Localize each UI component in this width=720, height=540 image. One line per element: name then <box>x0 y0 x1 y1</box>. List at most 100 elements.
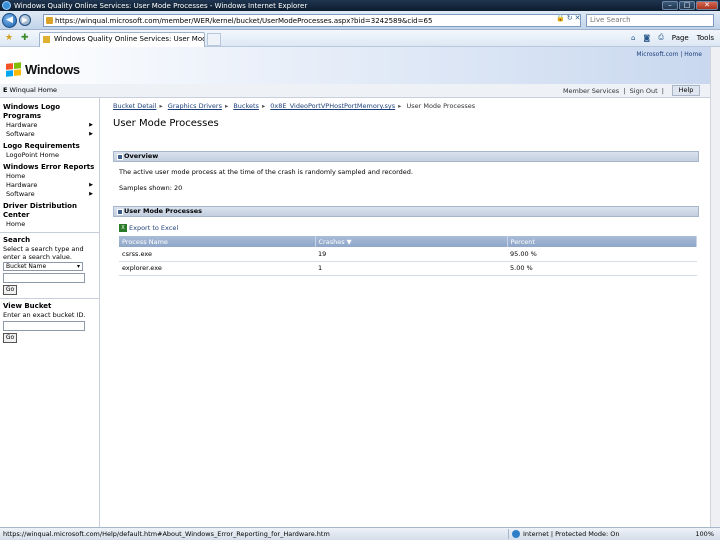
window-title: Windows Quality Online Services: User Mo… <box>14 1 308 10</box>
cell-process-name: csrss.exe <box>119 247 315 262</box>
close-button[interactable]: ✕ <box>696 1 718 10</box>
breadcrumb-current: User Mode Processes <box>406 102 476 110</box>
nav-heading-driver-center[interactable]: Driver Distribution Center <box>3 202 96 220</box>
search-type-select[interactable]: Bucket Name <box>3 262 83 271</box>
top-links[interactable]: Microsoft.com | Home <box>636 51 702 58</box>
nav-item-wer-hardware[interactable]: Hardware <box>3 181 96 190</box>
refresh-icon[interactable]: ↻ <box>567 14 573 22</box>
site-header-row: E Winqual Home Member Services | Sign Ou… <box>0 84 710 98</box>
samples-label: Samples shown: <box>119 184 172 192</box>
search-go-button[interactable]: Go <box>3 285 17 295</box>
breadcrumb-item[interactable]: Graphics Drivers <box>168 102 222 110</box>
nav-item-software[interactable]: Software <box>3 130 96 139</box>
windows-flag-icon <box>6 61 22 78</box>
nav-item-hardware[interactable]: Hardware <box>3 121 96 130</box>
site-banner: Microsoft.com | Home Windows <box>0 47 710 89</box>
search-help-text: Select a search type and enter a search … <box>3 245 84 261</box>
samples-value: 20 <box>174 184 183 192</box>
cell-percent: 95.00 % <box>507 247 697 262</box>
title-bar: Windows Quality Online Services: User Mo… <box>0 0 720 11</box>
address-url: https://winqual.microsoft.com/member/WER… <box>55 16 433 25</box>
search-input[interactable]: Live Search <box>586 14 714 27</box>
excel-icon: X <box>119 224 127 232</box>
view-bucket-heading: View Bucket <box>3 302 52 310</box>
forward-button[interactable]: ▶ <box>19 14 31 26</box>
processes-section-header[interactable]: User Mode Processes <box>113 206 699 217</box>
processes-table: Process Name Crashes ▼ Percent csrss.exe… <box>119 236 697 276</box>
minimize-button[interactable]: – <box>662 1 678 10</box>
cell-crashes: 19 <box>315 247 507 262</box>
breadcrumb: Bucket Detail ▸ Graphics Drivers ▸ Buckets… <box>113 102 476 110</box>
overview-section-header[interactable]: Overview <box>113 151 699 162</box>
header-links: Member Services | Sign Out | <box>562 87 664 95</box>
table-row: csrss.exe 19 95.00 % <box>119 247 697 262</box>
bucket-go-button[interactable]: Go <box>3 333 17 343</box>
nav-divider <box>0 232 99 233</box>
column-header-crashes[interactable]: Crashes ▼ <box>315 236 508 247</box>
page-title: User Mode Processes <box>113 118 219 129</box>
home-label: Winqual Home <box>9 86 58 94</box>
zone-label: Internet | Protected Mode: On <box>523 530 620 538</box>
feeds-icon[interactable]: ◙ <box>643 34 650 42</box>
favorites-star-icon[interactable]: ★ <box>5 33 13 43</box>
add-favorites-icon[interactable]: ✚ <box>21 33 29 43</box>
nav-item-wer-software[interactable]: Software <box>3 190 96 199</box>
nav-divider <box>0 298 99 299</box>
command-bar: ⌂ ◙ ⎙ Page Tools <box>631 33 714 42</box>
cell-crashes: 1 <box>315 261 507 276</box>
new-tab-button[interactable] <box>207 33 221 46</box>
nav-heading-error-reports[interactable]: Windows Error Reports <box>3 163 96 172</box>
vertical-scrollbar[interactable] <box>710 47 720 527</box>
help-button[interactable]: Help <box>672 85 700 96</box>
maximize-button[interactable]: □ <box>679 1 695 10</box>
tab-bar: ★ ✚ Windows Quality Online Services: Use… <box>0 30 720 47</box>
window-controls: – □ ✕ <box>662 1 718 10</box>
web-page: Microsoft.com | Home Windows E Winqual H… <box>0 47 710 527</box>
breadcrumb-item[interactable]: Buckets <box>233 102 259 110</box>
home-icon[interactable]: ⌂ <box>631 34 635 42</box>
column-header-process-name[interactable]: Process Name <box>119 236 316 247</box>
back-button[interactable]: ◀ <box>2 12 17 28</box>
address-field[interactable]: https://winqual.microsoft.com/member/WER… <box>43 14 581 27</box>
search-value-input[interactable] <box>3 273 85 283</box>
samples-shown: Samples shown: 20 <box>119 184 182 192</box>
page-menu[interactable]: Page <box>672 34 689 42</box>
export-excel-link[interactable]: X Export to Excel <box>119 224 178 232</box>
member-services-link[interactable]: Member Services <box>563 87 619 95</box>
sign-out-link[interactable]: Sign Out <box>630 87 658 95</box>
tab-active[interactable]: Windows Quality Online Services: User Mo… <box>39 32 205 47</box>
nav-item-logopoint-home[interactable]: LogoPoint Home <box>3 151 96 160</box>
tools-menu[interactable]: Tools <box>697 34 714 42</box>
cell-percent: 5.00 % <box>507 261 697 276</box>
table-header-row: Process Name Crashes ▼ Percent <box>119 236 697 247</box>
cell-process-name: explorer.exe <box>119 261 315 276</box>
stop-icon[interactable]: ✕ <box>575 14 581 22</box>
export-label: Export to Excel <box>129 224 179 232</box>
bucket-id-input[interactable] <box>3 321 85 331</box>
windows-logo[interactable]: Windows <box>6 61 80 78</box>
breadcrumb-item[interactable]: 0x8E_VideoPortVPHostPortMemory.sys <box>270 102 395 110</box>
globe-icon <box>512 530 520 538</box>
print-icon[interactable]: ⎙ <box>658 33 664 42</box>
zoom-level[interactable]: 100% <box>695 530 714 538</box>
column-header-percent[interactable]: Percent <box>507 236 697 247</box>
lock-icon[interactable]: 🔒 <box>556 14 565 22</box>
page-icon <box>46 17 53 24</box>
status-url: https://winqual.microsoft.com/Help/defau… <box>3 530 330 538</box>
nav-item-ddc-home[interactable]: Home <box>3 220 96 229</box>
security-zone[interactable]: Internet | Protected Mode: On <box>512 530 620 538</box>
table-row: explorer.exe 1 5.00 % <box>119 261 697 276</box>
status-bar: https://winqual.microsoft.com/Help/defau… <box>0 527 720 540</box>
winqual-home-link[interactable]: E Winqual Home <box>3 86 57 94</box>
address-toolbar: ◀ ▶ https://winqual.microsoft.com/member… <box>0 11 720 30</box>
nav-item-wer-home[interactable]: Home <box>3 172 96 181</box>
left-navigation: Windows Logo Programs Hardware Software … <box>0 98 100 527</box>
address-actions: 🔒 ↻ ✕ <box>556 14 580 22</box>
breadcrumb-item[interactable]: Bucket Detail <box>113 102 156 110</box>
search-heading: Search <box>3 236 31 244</box>
nav-heading-logo-programs[interactable]: Windows Logo Programs <box>3 103 96 121</box>
nav-heading-logo-requirements[interactable]: Logo Requirements <box>3 142 96 151</box>
home-prefix: E <box>3 86 8 94</box>
ie-logo-icon <box>2 1 11 10</box>
view-bucket-help-text: Enter an exact bucket ID. <box>3 311 86 319</box>
